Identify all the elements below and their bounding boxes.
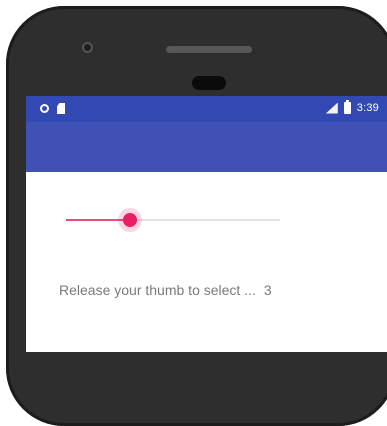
sd-card-icon	[57, 103, 65, 114]
signal-icon	[325, 102, 338, 114]
selection-message: Release your thumb to select ... 3	[59, 282, 272, 298]
status-time: 3:39	[356, 102, 379, 114]
status-bar: 3:39	[26, 96, 387, 122]
proximity-sensor	[192, 76, 226, 90]
app-bar	[26, 122, 387, 172]
front-camera-icon	[82, 42, 93, 53]
phone-screen: 3:39 Release your thumb to select ... 3	[26, 96, 387, 352]
seek-bar[interactable]	[66, 208, 280, 232]
earpiece-speaker	[166, 46, 252, 53]
sync-icon	[40, 104, 49, 113]
selection-message-text: Release your thumb to select ...	[59, 282, 256, 298]
selection-value: 3	[263, 282, 272, 298]
battery-icon	[343, 100, 351, 114]
